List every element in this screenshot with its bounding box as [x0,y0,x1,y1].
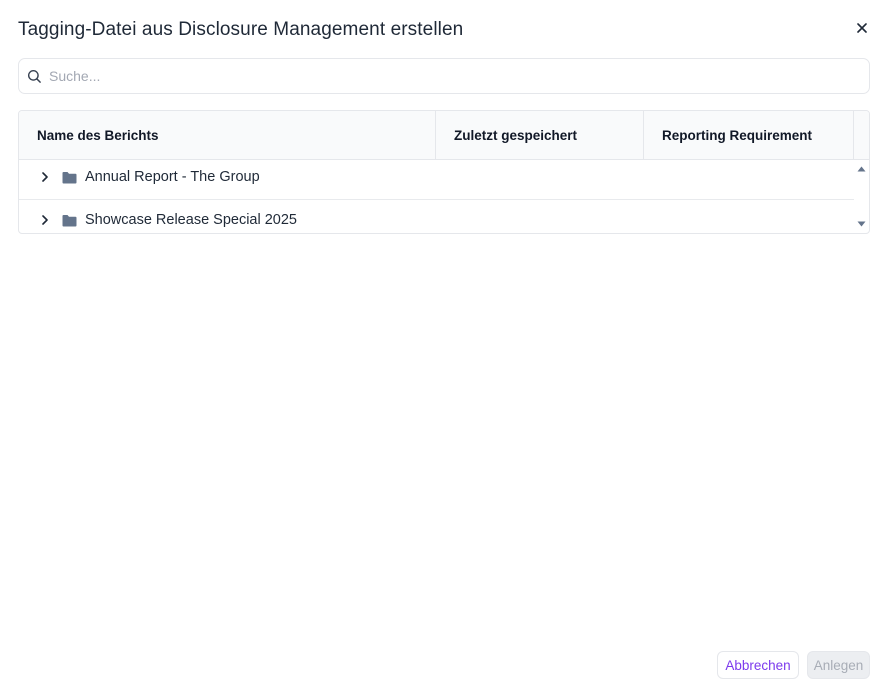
table-body: Annual Report - The Group Showcase Relea… [19,160,854,233]
table-header: Name des Berichts Zuletzt gespeichert Re… [19,111,869,160]
close-icon [857,23,867,33]
column-header-spacer [854,111,869,159]
dialog-title: Tagging-Datei aus Disclosure Management … [18,19,464,40]
chevron-right-icon[interactable] [39,214,51,226]
cancel-button[interactable]: Abbrechen [717,651,799,679]
column-header-last-saved[interactable]: Zuletzt gespeichert [436,111,644,159]
column-header-reporting-requirement[interactable]: Reporting Requirement [644,111,854,159]
scroll-down-arrow-icon[interactable] [857,221,866,227]
table-row[interactable]: Showcase Release Special 2025 [19,200,854,233]
create-tagging-file-dialog: Tagging-Datei aus Disclosure Management … [0,0,890,698]
table-scrollbar[interactable] [854,160,869,233]
folder-icon [62,215,77,227]
scroll-up-arrow-icon[interactable] [857,166,866,172]
search-input[interactable] [49,59,859,93]
search-icon [27,69,41,83]
table-row[interactable]: Annual Report - The Group [19,160,854,200]
chevron-right-icon[interactable] [39,171,51,183]
column-header-report-name[interactable]: Name des Berichts [19,111,436,159]
row-report-name: Showcase Release Special 2025 [85,212,297,228]
folder-icon [62,172,77,184]
row-report-name: Annual Report - The Group [85,169,260,185]
reports-table: Name des Berichts Zuletzt gespeichert Re… [18,110,870,234]
close-button[interactable] [852,18,872,38]
search-box [18,58,870,94]
create-button[interactable]: Anlegen [807,651,870,679]
